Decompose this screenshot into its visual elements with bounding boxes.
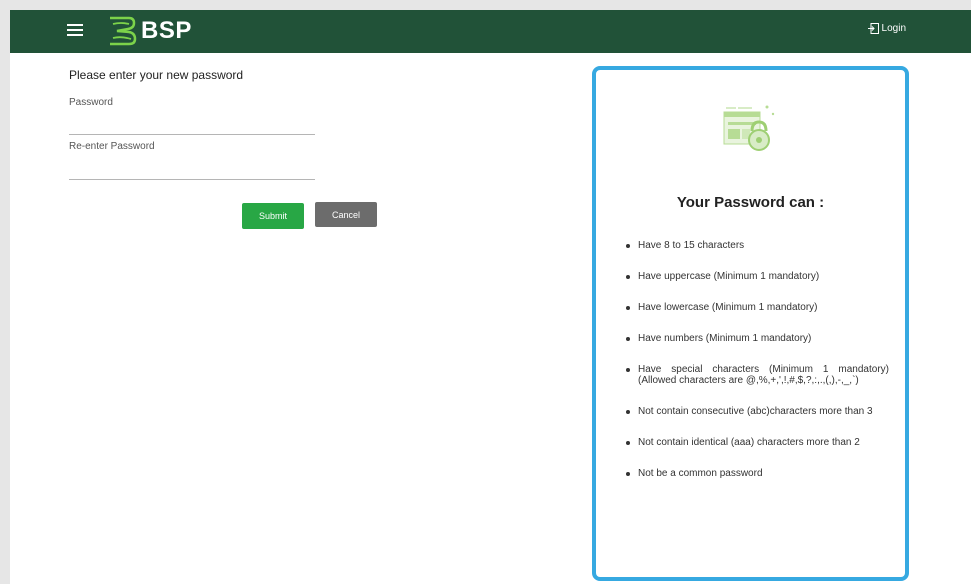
rule-length: Have 8 to 15 characters <box>624 240 889 251</box>
brand-logo[interactable]: BSP <box>107 15 192 47</box>
rule-uppercase: Have uppercase (Minimum 1 mandatory) <box>624 271 889 282</box>
reenter-password-label: Re-enter Password <box>69 141 155 152</box>
login-icon <box>867 23 879 34</box>
password-rules-panel: Your Password can : Have 8 to 15 charact… <box>592 66 909 581</box>
hamburger-menu-icon[interactable] <box>67 24 83 38</box>
form-title: Please enter your new password <box>69 68 244 82</box>
login-label: Login <box>881 23 906 34</box>
password-lock-illustration-icon <box>723 105 775 151</box>
bsp-logo-icon <box>110 16 137 46</box>
submit-button[interactable]: Submit <box>242 203 304 229</box>
rule-identical-characters: Not contain identical (aaa) characters m… <box>624 437 889 448</box>
rule-lowercase: Have lowercase (Minimum 1 mandatory) <box>624 302 889 313</box>
brand-name: BSP <box>141 17 192 44</box>
rule-common-password: Not be a common password <box>624 468 889 479</box>
rules-title: Your Password can : <box>676 194 825 211</box>
rule-consecutive-characters: Not contain consecutive (abc)characters … <box>624 406 889 417</box>
page-frame: BSP Login Please enter your new password… <box>10 10 971 584</box>
login-link[interactable]: Login <box>867 23 906 34</box>
reenter-password-input[interactable] <box>69 163 315 180</box>
top-navbar: BSP Login <box>10 10 971 53</box>
rule-special-characters: Have special characters (Minimum 1 manda… <box>624 364 889 386</box>
password-label: Password <box>69 97 113 108</box>
rule-numbers: Have numbers (Minimum 1 mandatory) <box>624 333 889 344</box>
password-rules-list: Have 8 to 15 characters Have uppercase (… <box>624 240 889 499</box>
password-input[interactable] <box>69 118 315 135</box>
cancel-button[interactable]: Cancel <box>315 202 377 227</box>
